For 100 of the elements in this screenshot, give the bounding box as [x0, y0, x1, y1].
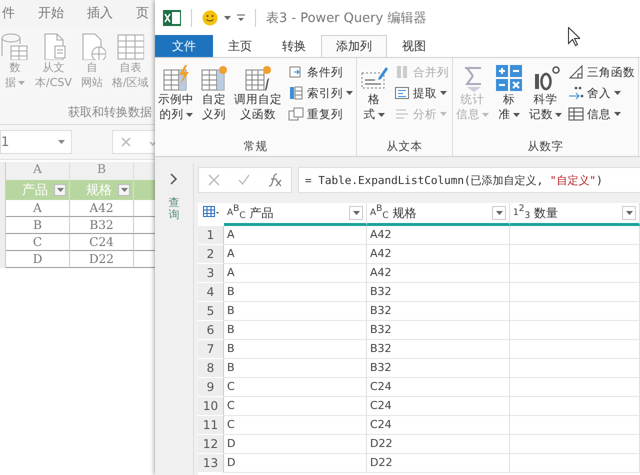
arithmetic-icon: [495, 64, 523, 92]
column-filter-button[interactable]: [492, 206, 506, 220]
ribbon-button[interactable]: 自定 义列: [199, 62, 229, 124]
table-icon: [116, 32, 144, 60]
table-cell: A: [6, 200, 70, 217]
file-menu-tab[interactable]: 文件: [155, 35, 213, 57]
table-cell: B32: [367, 359, 510, 378]
table-cell: C24: [70, 234, 134, 251]
formula-field[interactable]: = Table.ExpandListColumn(已添加自定义, "自定义"): [298, 167, 640, 193]
table-cell: C24: [367, 416, 510, 435]
ribbon-button[interactable]: 重复列: [287, 104, 354, 124]
column-filter-button[interactable]: [349, 206, 363, 220]
caret-icon: [56, 188, 64, 192]
column-name: 规格: [392, 204, 417, 222]
row-number: 5: [198, 302, 224, 321]
table-cell: D22: [70, 251, 134, 268]
group-label: 从数字: [526, 139, 564, 154]
filter-button[interactable]: [54, 184, 66, 196]
index-column-icon: [288, 85, 304, 101]
ribbon-button[interactable]: 条件列: [287, 62, 354, 82]
table-cell: A42: [367, 245, 510, 264]
caret-icon: [120, 188, 128, 192]
table-cell: A: [224, 264, 367, 283]
filter-button[interactable]: [118, 184, 130, 196]
table-cell: B32: [367, 283, 510, 302]
name-box-text: 1: [1, 134, 10, 150]
row-number: 6: [198, 321, 224, 340]
rounding-icon: [568, 85, 584, 101]
ribbon-tab[interactable]: 转换: [267, 35, 321, 57]
table-cell: B: [224, 283, 367, 302]
table-cell: D22: [367, 435, 510, 454]
table-cell: D: [6, 251, 70, 268]
queries-pane-label[interactable]: 查询: [168, 197, 180, 222]
table-cell: B: [224, 321, 367, 340]
table-cell: B: [6, 217, 70, 234]
table-header-text: 产品: [22, 182, 48, 199]
row-number: 9: [198, 378, 224, 397]
ribbon-button[interactable]: 示例中 的列: [157, 62, 195, 124]
window-title: 表3 - Power Query 编辑器: [266, 10, 426, 26]
menu-tab[interactable]: 件: [2, 4, 15, 22]
row-number: 10: [198, 397, 224, 416]
caret-icon: [352, 211, 360, 215]
ribbon-button[interactable]: 标 准: [494, 62, 524, 124]
ribbon-button[interactable]: 索引列: [287, 83, 354, 103]
table-cell: A: [224, 245, 367, 264]
table-cell: A42: [70, 200, 134, 217]
table-icon: [203, 206, 219, 218]
menu-tab[interactable]: 插入: [87, 4, 113, 22]
ribbon-button[interactable]: 格 式: [359, 62, 389, 124]
table-cell: B: [224, 302, 367, 321]
caret-icon: [626, 211, 632, 215]
spreadsheet-app-icon: [163, 8, 181, 26]
table-cell: C: [6, 234, 70, 251]
row-number: 12: [198, 435, 224, 454]
row-number: 4: [198, 283, 224, 302]
function-icon[interactable]: [268, 173, 282, 187]
table-header-text: 规格: [86, 182, 112, 199]
column-name: 产品: [250, 204, 274, 222]
menu-tab[interactable]: 开始: [38, 4, 64, 22]
table-cell: C24: [367, 397, 510, 416]
caret-icon: [58, 140, 65, 144]
table-cell: C: [224, 397, 367, 416]
table-cell: C: [224, 416, 367, 435]
name-box[interactable]: 1: [0, 130, 72, 154]
expand-button[interactable]: [170, 173, 178, 185]
ribbon-button[interactable]: 提取: [393, 83, 450, 103]
ribbon-button[interactable]: 舍入: [567, 83, 636, 103]
column-header: A: [6, 162, 70, 180]
table-cell: C: [224, 378, 367, 397]
ribbon-button[interactable]: 调用自定 义函数: [233, 62, 283, 124]
ribbon-button[interactable]: 三角函数: [567, 62, 636, 82]
smiley-icon[interactable]: [202, 10, 218, 26]
table-cell: B32: [367, 302, 510, 321]
info-table-icon: [568, 106, 584, 122]
table-cell: B32: [70, 217, 134, 234]
row-number: 8: [198, 359, 224, 378]
column-header: B: [70, 162, 134, 180]
duplicate-column-icon: [288, 106, 304, 122]
ribbon-tab[interactable]: 添加列: [321, 35, 387, 57]
ribbon-button[interactable]: 科学 记数: [528, 62, 563, 124]
group-label: 从文本: [386, 139, 424, 154]
row-number: 13: [198, 454, 224, 473]
row-number: 2: [198, 245, 224, 264]
table-cell: D: [224, 454, 367, 473]
table-cell: B32: [367, 340, 510, 359]
table-cell: D22: [367, 454, 510, 473]
table-cell: C24: [367, 378, 510, 397]
row-number: 7: [198, 340, 224, 359]
table-cell: D: [224, 435, 367, 454]
table-cell: B: [224, 340, 367, 359]
customize-toolbar-icon[interactable]: [237, 14, 245, 22]
menu-tab[interactable]: 页: [136, 4, 149, 22]
group-label: 常规: [242, 139, 268, 154]
ribbon-button[interactable]: 信息: [567, 104, 636, 124]
column-filter-button[interactable]: [622, 206, 636, 220]
table-cell: A42: [367, 226, 510, 245]
table-cell: A42: [367, 264, 510, 283]
ribbon-tab[interactable]: 主页: [213, 35, 267, 57]
ribbon-tab[interactable]: 视图: [387, 35, 441, 57]
chevron-right-icon: [170, 173, 178, 185]
